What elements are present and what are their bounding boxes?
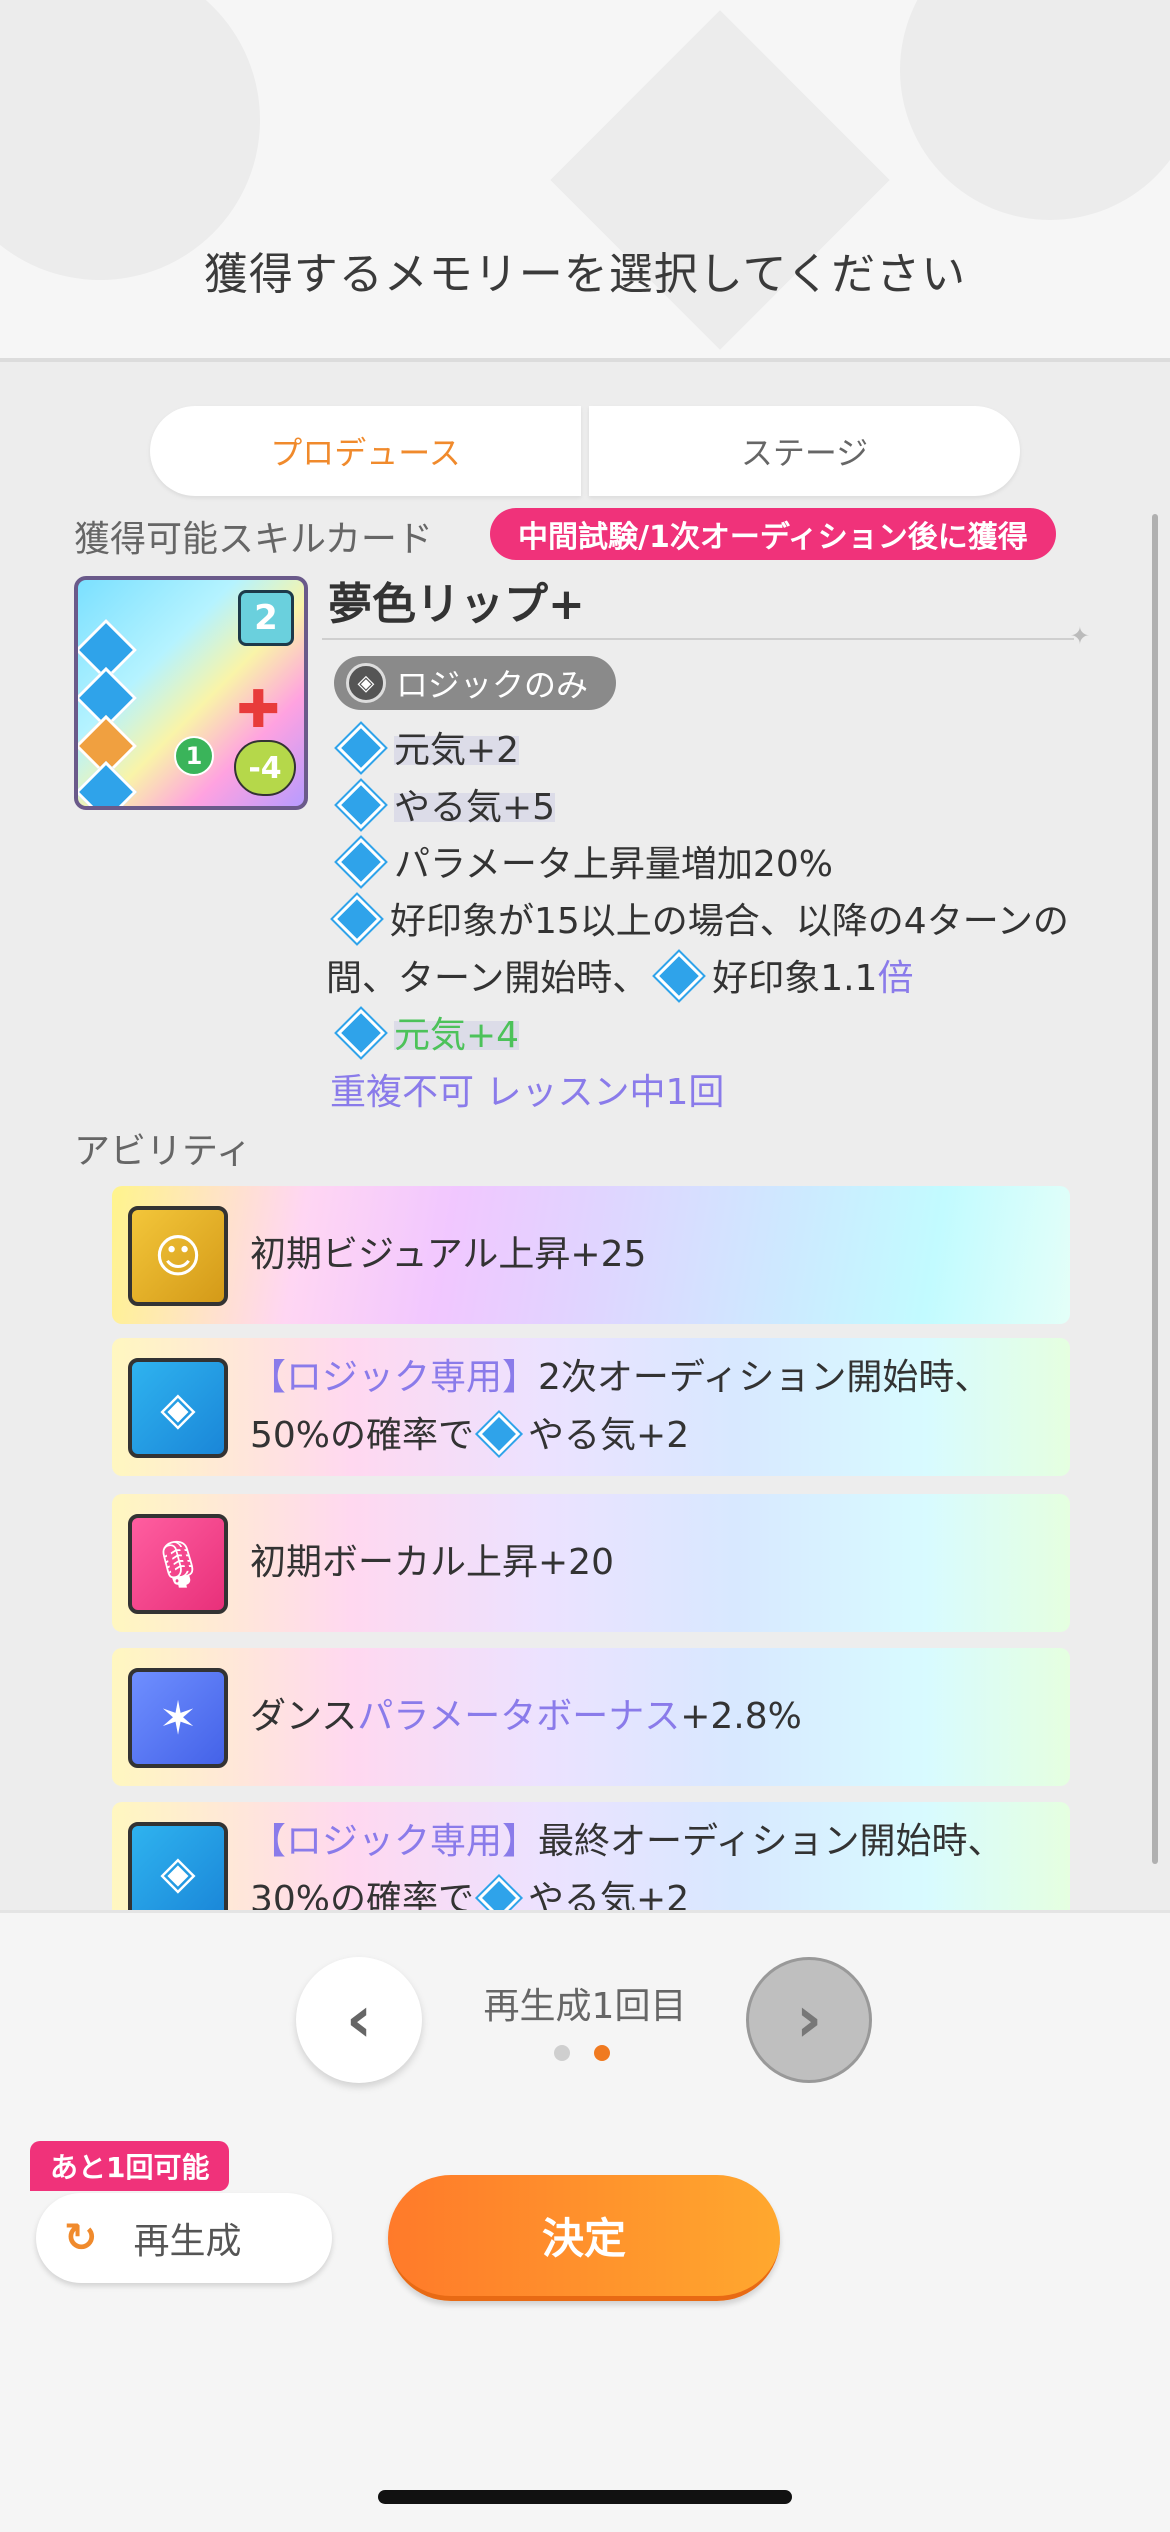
effect-impression: 好印象1.1 xyxy=(712,958,878,999)
home-indicator xyxy=(378,2490,792,2504)
arrow-up-icon xyxy=(336,837,386,887)
effect-motivation: やる気+5 xyxy=(394,787,556,828)
ability-text: ダンスパラメータボーナス+2.8% xyxy=(250,1696,802,1737)
scrollbar[interactable] xyxy=(1152,514,1158,1864)
dance-icon: ✶ xyxy=(128,1668,228,1768)
footer: ‹ 再生成1回目 › あと1回可能 ↻ 再生成 決定 xyxy=(0,1910,1170,2532)
tab-bar: プロデュース ステージ xyxy=(150,406,1020,496)
regenerate-button[interactable]: ↻ 再生成 xyxy=(36,2193,332,2283)
ability-text: 初期ビジュアル上昇+25 xyxy=(250,1234,647,1275)
skill-card-thumbnail[interactable]: 2 ✚ 1 -4 xyxy=(74,576,308,810)
fist-icon xyxy=(477,1412,521,1456)
regen-count-label: 再生成1回目 xyxy=(483,1986,687,2027)
cost-badge: 2 xyxy=(238,590,294,646)
thumbs-up-icon xyxy=(332,894,382,944)
effect-multiplier-unit: 倍 xyxy=(877,958,914,999)
page-dot-active xyxy=(594,2045,610,2061)
logic-icon: ◈ xyxy=(128,1822,228,1910)
logic-icon: ◈ xyxy=(128,1358,228,1458)
fist-icon xyxy=(477,1876,521,1910)
logic-icon: ◈ xyxy=(346,663,386,703)
header-background xyxy=(0,0,1170,360)
refresh-icon: ↻ xyxy=(64,2215,98,2261)
visual-icon: ☺ xyxy=(128,1206,228,1306)
page-indicator xyxy=(554,2045,610,2061)
tab-produce[interactable]: プロデュース xyxy=(150,406,581,496)
effect-genki-extra: 元気+4 xyxy=(394,1015,520,1056)
effect-genki: 元気+2 xyxy=(394,730,520,771)
regenerate-label: 再生成 xyxy=(133,2221,242,2262)
ability-text: 【ロジック専用】2次オーディション開始時、50%の確率で やる気+2 xyxy=(250,1357,991,1456)
ability-item[interactable]: ✶ ダンスパラメータボーナス+2.8% xyxy=(112,1648,1070,1786)
logic-only-label: ロジックのみ xyxy=(396,666,589,704)
ability-item[interactable]: 🎙 初期ボーカル上昇+20 xyxy=(112,1494,1070,1632)
memory-panel: プロデュース ステージ 獲得可能スキルカード 中間試験/1次オーディション後に獲… xyxy=(0,358,1170,1910)
chevron-right-icon: › xyxy=(795,1983,823,2057)
microphone-icon: 🎙 xyxy=(128,1514,228,1614)
timing-badge: 中間試験/1次オーディション後に獲得 xyxy=(490,508,1056,560)
card-name: 夢色リップ+ xyxy=(328,579,585,630)
thumbs-up-icon xyxy=(655,951,704,1001)
genki-icon xyxy=(336,1008,386,1058)
effect-param-boost: パラメータ上昇量増加20% xyxy=(394,844,833,885)
level-badge: 1 xyxy=(174,736,214,776)
fist-icon xyxy=(336,780,386,830)
plus-mark-icon: ✚ xyxy=(236,680,280,740)
heart-cost-badge: -4 xyxy=(234,740,296,796)
no-repeat-note: 重複不可 レッスン中1回 xyxy=(330,1072,725,1113)
ability-text: 初期ボーカル上昇+20 xyxy=(250,1542,614,1583)
page-dot xyxy=(554,2045,570,2061)
ability-item[interactable]: ☺ 初期ビジュアル上昇+25 xyxy=(112,1186,1070,1324)
ability-item[interactable]: ◈ 【ロジック専用】2次オーディション開始時、50%の確率で やる気+2 xyxy=(112,1338,1070,1476)
ability-section-label: アビリティ xyxy=(74,1131,252,1172)
confirm-button[interactable]: 決定 xyxy=(388,2175,780,2301)
skill-section-label: 獲得可能スキルカード xyxy=(74,519,433,560)
hand-icon xyxy=(78,760,138,806)
logic-only-pill: ◈ ロジックのみ xyxy=(334,656,617,710)
genki-icon xyxy=(336,723,386,773)
card-effects: 元気+2 やる気+5 パラメータ上昇量増加20% 好印象が15以上の場合、以降の… xyxy=(326,722,1130,1121)
card-divider xyxy=(322,622,1090,650)
tab-stage[interactable]: ステージ xyxy=(589,406,1020,496)
next-button[interactable]: › xyxy=(746,1957,872,2083)
remain-badge: あと1回可能 xyxy=(30,2141,230,2191)
ability-text: 【ロジック専用】最終オーディション開始時、30%の確率で やる気+2 xyxy=(250,1802,1050,1910)
effect-condition: 好印象が15以上の場合、以降の4ターンの間、ターン開始時、 xyxy=(326,901,1069,999)
ability-item[interactable]: ◈ 【ロジック専用】最終オーディション開始時、30%の確率で やる気+2 xyxy=(112,1802,1070,1910)
page-title: 獲得するメモリーを選択してください xyxy=(203,249,967,300)
